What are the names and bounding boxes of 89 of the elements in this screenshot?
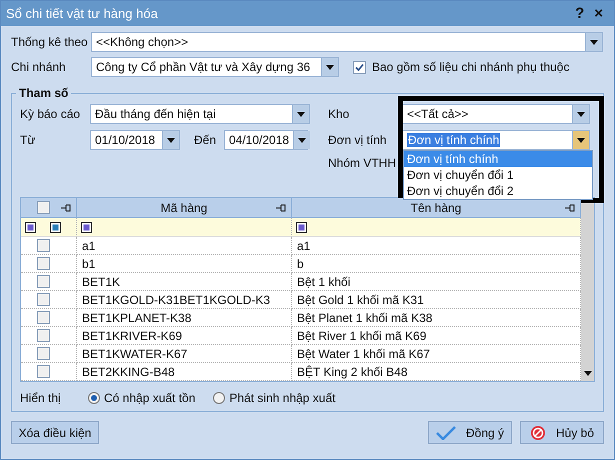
combo-value: 04/10/2018 bbox=[229, 133, 290, 147]
combo-value: <<Tất cả>> bbox=[407, 107, 468, 121]
filter-icon[interactable] bbox=[296, 222, 307, 232]
table-cell: BET1KWATER-K67 bbox=[77, 345, 292, 363]
combo-box[interactable]: <<Không chọn>> bbox=[91, 32, 603, 52]
combo-value: <<Không chọn>> bbox=[96, 35, 188, 49]
radio-label: Có nhập xuất tồn bbox=[104, 391, 196, 405]
table-cell: a1 bbox=[77, 237, 292, 255]
dropdown-button[interactable] bbox=[292, 105, 309, 123]
field-label: Kỳ báo cáo bbox=[20, 107, 82, 121]
radio-button[interactable] bbox=[213, 392, 226, 404]
close-button[interactable]: × bbox=[589, 5, 608, 22]
cancel-button[interactable]: Hủy bỏ bbox=[520, 421, 604, 444]
combo-box[interactable]: Đầu tháng đến hiện tại bbox=[90, 104, 310, 124]
combo-value: Công ty Cổ phần Vật tư và Xây dựng 36 bbox=[96, 60, 310, 74]
field-label: Hiển thị bbox=[20, 391, 62, 405]
radio-label: Phát sinh nhập xuất bbox=[229, 391, 336, 405]
filter-icon[interactable] bbox=[25, 222, 36, 232]
dropdown-button[interactable] bbox=[572, 105, 589, 123]
help-button[interactable]: ? bbox=[570, 5, 590, 22]
caret-icon bbox=[577, 138, 585, 142]
checkmark-icon bbox=[436, 426, 456, 440]
radio-button[interactable] bbox=[88, 392, 100, 404]
table-cell: a1 bbox=[292, 237, 581, 255]
table-cell: BET1KRIVER-K69 bbox=[77, 327, 292, 345]
checkbox[interactable] bbox=[37, 239, 50, 252]
checkbox[interactable] bbox=[37, 275, 50, 288]
checkbox[interactable] bbox=[353, 60, 366, 74]
no-entry-icon bbox=[530, 424, 546, 440]
table-cell: Bệt Gold 1 khối mã K31 bbox=[292, 291, 581, 309]
table-cell: b bbox=[292, 255, 581, 273]
table-cell: BET1K bbox=[77, 273, 292, 291]
combo-box[interactable]: Đơn vị tính chính bbox=[402, 130, 590, 150]
table-cell: BET2KKING-B48 bbox=[77, 363, 292, 381]
checkbox[interactable] bbox=[37, 329, 50, 342]
checkbox[interactable] bbox=[37, 311, 50, 324]
pin-icon[interactable] bbox=[61, 204, 71, 212]
field-label: Nhóm VTHH bbox=[328, 156, 396, 170]
table-cell: BET1KGOLD-K31BET1KGOLD-K3 bbox=[77, 291, 292, 309]
table-cell: BỆT King 2 khối B48 bbox=[292, 363, 581, 381]
clear-button[interactable]: Xóa điều kiện bbox=[11, 421, 99, 444]
filter-icon[interactable] bbox=[50, 222, 61, 232]
caret-icon bbox=[326, 64, 334, 70]
column-header[interactable] bbox=[21, 198, 77, 218]
caret-icon bbox=[590, 40, 598, 44]
table-cell: Bệt River 1 khối mã K69 bbox=[292, 327, 581, 345]
caret-icon bbox=[297, 112, 305, 116]
checkbox[interactable] bbox=[37, 347, 50, 360]
ok-button[interactable]: Đồng ý bbox=[428, 421, 512, 444]
field-label: Kho bbox=[328, 107, 350, 121]
caret-icon bbox=[577, 112, 585, 116]
pin-icon[interactable] bbox=[276, 204, 286, 212]
combo-box[interactable]: 01/10/2018 bbox=[90, 130, 180, 150]
dropdown-button[interactable] bbox=[293, 131, 310, 149]
field-label: Thống kê theo bbox=[11, 35, 85, 49]
caret-icon bbox=[298, 138, 306, 142]
pin-icon[interactable] bbox=[565, 204, 575, 212]
combo-box[interactable]: 04/10/2018 bbox=[224, 130, 308, 150]
dropdown-button[interactable] bbox=[162, 131, 179, 149]
table-cell: b1 bbox=[77, 255, 292, 273]
checkbox[interactable] bbox=[37, 201, 50, 214]
table-cell: BET1KPLANET-K38 bbox=[77, 309, 292, 327]
combo-value: Đầu tháng đến hiện tại bbox=[95, 107, 216, 121]
column-header[interactable]: Mã hàng bbox=[77, 198, 292, 218]
column-header[interactable]: Tên hàng bbox=[292, 198, 581, 218]
checkbox[interactable] bbox=[37, 365, 50, 378]
combo-box[interactable]: Công ty Cổ phần Vật tư và Xây dựng 36 bbox=[91, 57, 339, 77]
combo-value: Đơn vị tính chính bbox=[407, 133, 500, 147]
field-label: Từ bbox=[20, 133, 36, 147]
field-label: Chi nhánh bbox=[11, 60, 67, 74]
window-title: Sổ chi tiết vật tư hàng hóa bbox=[6, 6, 159, 21]
dropdown-button[interactable] bbox=[585, 33, 602, 51]
dropdown-button[interactable] bbox=[321, 58, 338, 76]
table-cell: Bệt Water 1 khối mã K67 bbox=[292, 345, 581, 363]
field-label: Đơn vị tính bbox=[328, 133, 388, 147]
filter-icon[interactable] bbox=[81, 222, 92, 232]
combo-box[interactable]: <<Tất cả>> bbox=[402, 104, 590, 124]
group-title: Tham số bbox=[18, 86, 70, 100]
dropdown-button[interactable] bbox=[572, 131, 589, 149]
table-cell: Bệt 1 khối bbox=[292, 273, 581, 291]
checkbox-label: Bao gồm số liệu chi nhánh phụ thuộc bbox=[372, 60, 570, 74]
scroll-down-icon[interactable] bbox=[584, 371, 592, 376]
checkbox[interactable] bbox=[37, 257, 50, 270]
checkmark-icon bbox=[355, 62, 364, 72]
table-cell: Bệt Planet 1 khối mã K38 bbox=[292, 309, 581, 327]
combo-value: 01/10/2018 bbox=[95, 133, 156, 147]
field-label: Đến bbox=[194, 133, 218, 147]
caret-icon bbox=[167, 138, 175, 142]
checkbox[interactable] bbox=[37, 293, 50, 306]
